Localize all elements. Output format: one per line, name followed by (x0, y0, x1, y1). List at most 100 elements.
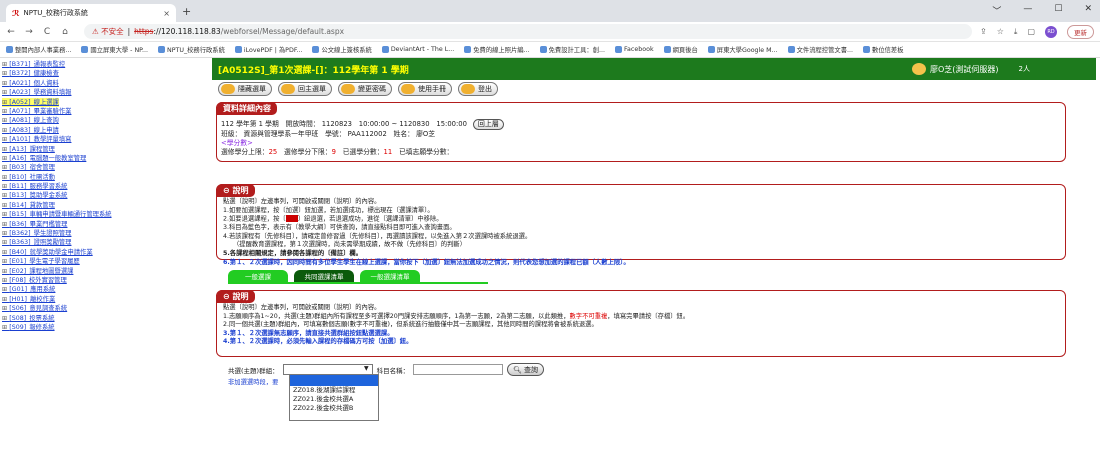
sidebar-item[interactable]: ⊞ [S08]_投票系統 (2, 314, 207, 323)
sidepanel-icon[interactable]: ▢ (1027, 27, 1035, 36)
tab-common-list[interactable]: 共同選課清單 (294, 270, 354, 282)
sidebar-item[interactable]: ⊞ [B14]_貸款管理 (2, 201, 207, 210)
sidebar-item-label: [A021]_個人資料 (9, 79, 59, 87)
bookmark-item[interactable]: 網頁後台 (663, 45, 698, 54)
sidebar-item[interactable]: ⊞ [A023]_學務資料填報 (2, 88, 207, 97)
bookmark-item[interactable]: 國立屏東大學 - NP... (81, 45, 148, 54)
sidebar-item-label: [A081]_線上查詢 (9, 117, 59, 125)
sidebar-item[interactable]: ⊞ [B371]_通報表監控 (2, 60, 207, 69)
query-button[interactable]: 🔍︎ 查詢 (507, 363, 544, 376)
logout-icon (461, 84, 475, 94)
minimize-icon[interactable]: — (1023, 4, 1032, 17)
manual-label: 使用手冊 (418, 85, 446, 93)
bookmark-item[interactable]: 文件流程控管文書... (787, 45, 853, 54)
dropdown-option[interactable]: ZZ022.後金校共選B (290, 404, 378, 413)
update-button[interactable]: 更新 (1067, 24, 1094, 39)
close-window-icon[interactable]: ✕ (1084, 4, 1092, 17)
bookmark-item[interactable]: iLovePDF | 為PDF... (234, 45, 302, 54)
bookmark-item[interactable]: 屏東大學Google M... (707, 45, 778, 54)
bookmark-item[interactable]: 免費的線上照片編... (464, 45, 530, 54)
bookmark-star-icon[interactable]: ☆ (997, 27, 1004, 36)
bookmark-item[interactable]: 整開內部人事業務... (6, 45, 71, 54)
dropdown-option[interactable]: ZZ018.後湖課綜課程 (290, 386, 378, 395)
download-icon[interactable]: ⤓ (1014, 27, 1018, 37)
bookmark-item[interactable]: Facebook (615, 46, 654, 53)
bookmark-item[interactable]: 公文線上簽核系統 (312, 45, 372, 54)
sidebar-item-label: [A023]_學務資料填報 (9, 89, 72, 97)
bookmark-item[interactable]: 免費設計工具：創... (539, 45, 605, 54)
desc2-line-4: 4.第１、２次選課時，必須先輸入課程的存檔碼方可按〔加選〕鈕。 (223, 338, 413, 346)
instructions-toggle-1[interactable]: ⊖ 說明 (217, 184, 255, 197)
sidebar-item[interactable]: ⊞ [A16]_電腦題一般教室管理 (2, 154, 207, 163)
page-title: [A0512S]_第1次選課-[]：112學年第 1 學期 (218, 65, 409, 76)
sidebar-item[interactable]: ⊞ [A101]_教學評量填寫 (2, 135, 207, 144)
hide-menu-button[interactable]: 隱藏選單 (218, 82, 272, 96)
new-tab-button[interactable]: + (182, 5, 191, 18)
bookmark-item[interactable]: DeviantArt - The L... (381, 46, 454, 53)
tab-close-icon[interactable]: × (163, 9, 170, 18)
sidebar-item[interactable]: ⊞ [B372]_健康檢查 (2, 69, 207, 78)
sidebar-item[interactable]: ⊞ [G01]_應用系統 (2, 285, 207, 294)
url-host: ://120.118.118.83 (153, 27, 221, 36)
sidebar-item[interactable]: ⊞ [B36]_畢業門檻管理 (2, 220, 207, 229)
sidebar-item[interactable]: ⊞ [E02]_課程地圖暨選課 (2, 267, 207, 276)
sidebar-item[interactable]: ⊞ [H01]_離校作業 (2, 295, 207, 304)
profile-avatar[interactable]: RD (1045, 25, 1057, 38)
sidebar-item[interactable]: ⊞ [B363]_證照獎勵管理 (2, 238, 207, 247)
sidebar-item[interactable]: ⊞ [F08]_校外實習管理 (2, 276, 207, 285)
sidebar-item[interactable]: ⊞ [B10]_社團活動 (2, 173, 207, 182)
sidebar-item[interactable]: ⊞ [A071]_畢業審驗作業 (2, 107, 207, 116)
sidebar-item[interactable]: ⊞ [B362]_學生證照管理 (2, 229, 207, 238)
tab-general-list[interactable]: 一般選課清單 (360, 270, 420, 282)
bookmark-favicon-icon (234, 46, 242, 53)
bookmark-item[interactable]: NPTU_校務行政系統 (157, 45, 225, 54)
reload-icon[interactable]: C (42, 27, 52, 37)
manual-button[interactable]: 使用手冊 (398, 82, 452, 96)
sidebar-item[interactable]: ⊞ [B15]_車輛申請暨車輛通行管理系統 (2, 210, 207, 219)
sidebar-item[interactable]: ⊞ [A13]_課程管理 (2, 145, 207, 154)
tab-general[interactable]: 一般選課 (228, 270, 288, 282)
page-header: [A0512S]_第1次選課-[]：112學年第 1 學期 廖O芝(測試伺服器)… (212, 58, 1096, 80)
share-icon[interactable]: ⇪ (980, 27, 987, 36)
bookmark-label: Facebook (624, 46, 654, 53)
home-icon[interactable]: ⌂ (60, 27, 70, 37)
hide-menu-label: 隱藏選單 (238, 85, 266, 93)
subject-input[interactable] (413, 364, 504, 375)
change-password-button[interactable]: 變更密碼 (338, 82, 392, 96)
desc1-line-4b: （提醒教育選課程，第１次選課時，尚未需學期成績，故不做〔先修科目〕的判斷） (233, 241, 466, 249)
sidebar-item[interactable]: ⊞ [A083]_線上申請 (2, 126, 207, 135)
sidebar-item[interactable]: ⊞ [A021]_個人資料 (2, 79, 207, 88)
dropdown-option[interactable]: ZZ021.後金校共選A (290, 395, 378, 404)
url-field[interactable]: ⚠ 不安全 | https://120.118.118.83/webforsel… (84, 24, 973, 39)
forward-icon[interactable]: → (24, 27, 34, 37)
change-password-label: 變更密碼 (358, 85, 386, 93)
magnifier-icon: 🔍︎ (513, 365, 522, 374)
browser-tab[interactable]: ℛ NPTU_校務行政系統 × (6, 4, 176, 22)
sidebar-item[interactable]: ⊞ [S09]_報修系統 (2, 323, 207, 332)
sidebar-item[interactable]: ⊞ [S06]_意見調查系統 (2, 304, 207, 313)
logout-button[interactable]: 登出 (458, 82, 498, 96)
dropdown-option[interactable] (290, 375, 378, 386)
user-info: 廖O芝(測試伺服器) (911, 63, 999, 75)
query-label: 查詢 (523, 365, 538, 374)
sidebar-item[interactable]: ⊞ [B03]_宿舍管理 (2, 163, 207, 172)
group-dropdown-list: ZZ018.後湖課綜課程 ZZ021.後金校共選A ZZ022.後金校共選B (289, 374, 379, 421)
back-icon[interactable]: ← (6, 27, 16, 37)
sidebar-item[interactable]: ⊞ [B13]_獎助學金系統 (2, 191, 207, 200)
maximize-icon[interactable]: ☐ (1054, 4, 1062, 17)
sidebar-item[interactable]: ⊞ [B40]_就學獎助學金申請作業 (2, 248, 207, 257)
back-button[interactable]: 回上層 (472, 119, 504, 130)
main-menu-button[interactable]: 回主選單 (278, 82, 332, 96)
sidebar-item[interactable]: ⊞ [E01]_學生電子學習履歷 (2, 257, 207, 266)
tab-search-icon[interactable]: ﹀ (992, 4, 1001, 17)
instructions-toggle-2[interactable]: ⊖ 說明 (217, 290, 255, 303)
desc2-line-1b: 數字不可重複 (569, 312, 608, 320)
sidebar-item-label: [B40]_就學獎助學金申請作業 (9, 248, 93, 256)
sidebar-item[interactable]: ⊞ [A081]_線上查詢 (2, 116, 207, 125)
user-icon (911, 63, 926, 75)
credit-link[interactable]: <學分數> (221, 139, 504, 148)
chevron-down-icon: ▼ (363, 365, 369, 372)
bookmark-item[interactable]: 數位信差板 (863, 45, 904, 54)
sidebar-item[interactable]: ⊞ [B11]_服務學習系統 (2, 182, 207, 191)
sidebar-item[interactable]: ⊞ [A052]_線上選課 (2, 97, 59, 107)
